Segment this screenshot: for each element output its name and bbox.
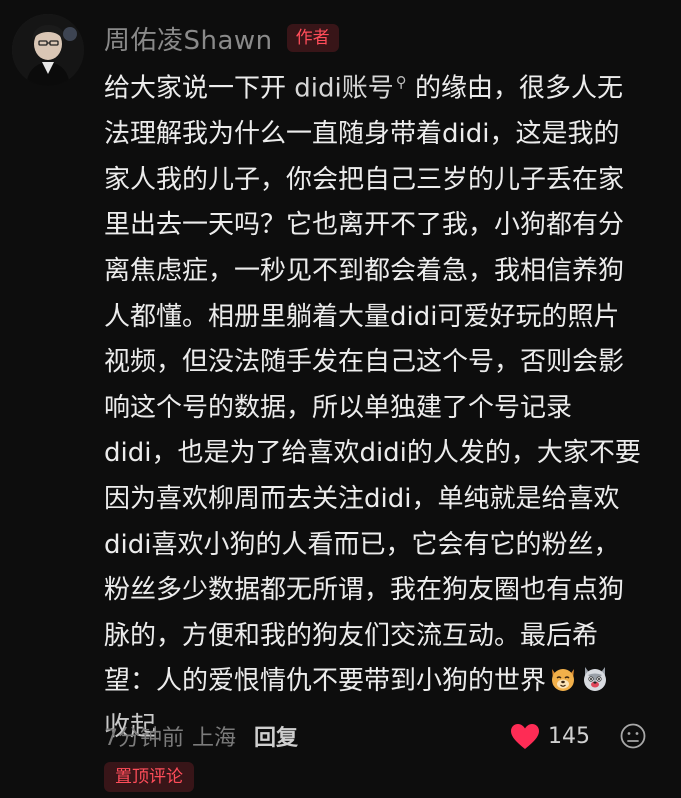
comment-text: 给大家说一下开 bbox=[104, 73, 295, 104]
comment-line: 给大家说一下开 didi账号 ⚲ 的缘由，很多人无 bbox=[104, 60, 669, 112]
comment-line: 视频，但没法随手发在自己这个号，否则会影 bbox=[104, 347, 625, 378]
frown-face-icon bbox=[620, 723, 646, 749]
heart-icon bbox=[511, 723, 539, 749]
username[interactable]: 周佑凌Shawn bbox=[104, 20, 273, 57]
comment-line: didi喜欢小狗的人看而已，它会有它的粉丝， bbox=[104, 529, 620, 560]
comment-line: 法理解我为什么一直随身带着didi，这是我的 bbox=[104, 119, 620, 150]
heart-shape bbox=[511, 723, 539, 749]
comment-line: 人都懂。相册里躺着大量didi可爱好玩的照片 bbox=[104, 301, 620, 332]
comment-line: 因为喜欢柳周而去关注didi，单纯就是给喜欢 bbox=[104, 484, 620, 514]
comment-text: 的缘由，很多人无 bbox=[406, 73, 623, 104]
dislike-button[interactable] bbox=[619, 722, 647, 750]
like-count: 145 bbox=[548, 723, 590, 749]
timestamp: 7分钟前 bbox=[104, 726, 184, 751]
account-link[interactable]: didi账号 bbox=[294, 74, 393, 104]
comment-line: 家人我的儿子，你会把自己三岁的儿子丢在家 bbox=[104, 164, 625, 195]
avatar-image bbox=[12, 14, 84, 86]
comment-body: 给大家说一下开 didi账号 ⚲ 的缘由，很多人无 法理解我为什么一直随身带着di… bbox=[104, 60, 669, 751]
avatar[interactable] bbox=[12, 14, 84, 86]
comment-meta: 7分钟前 上海 回复 bbox=[104, 718, 298, 754]
location: 上海 bbox=[192, 726, 237, 751]
comment-line: 响这个号的数据，所以单独建了个号记录 bbox=[104, 392, 573, 423]
comment-line: 离焦虑症，一秒见不到都会着急，我相信养狗 bbox=[104, 256, 625, 287]
comment-line: 粉丝多少数据都无所谓，我在狗友圈也有点狗 bbox=[104, 575, 625, 606]
comment-line: 脉的，方便和我的狗友们交流互动。最后希 bbox=[104, 620, 599, 651]
pinned-comment-badge: 置顶评论 bbox=[104, 762, 194, 792]
like-button[interactable]: 145 bbox=[510, 718, 590, 754]
wolf-face-emoji bbox=[584, 667, 607, 692]
comment-line: didi，也是为了给喜欢didi的人发的，大家不要 bbox=[104, 438, 641, 469]
comment-header: 周佑凌Shawn 作者 bbox=[104, 18, 339, 58]
author-badge: 作者 bbox=[286, 24, 339, 52]
search-icon[interactable]: ⚲ bbox=[396, 60, 407, 106]
reply-button[interactable]: 回复 bbox=[254, 720, 298, 752]
comment-line: 里出去一天吗？它也离开不了我，小狗都有分 bbox=[104, 210, 625, 241]
dog-face-emoji bbox=[552, 669, 575, 692]
comment-line: 望：人的爱恨情仇不要带到小狗的世界 bbox=[104, 659, 669, 705]
comment-text: 望：人的爱恨情仇不要带到小狗的世界 bbox=[104, 666, 547, 697]
